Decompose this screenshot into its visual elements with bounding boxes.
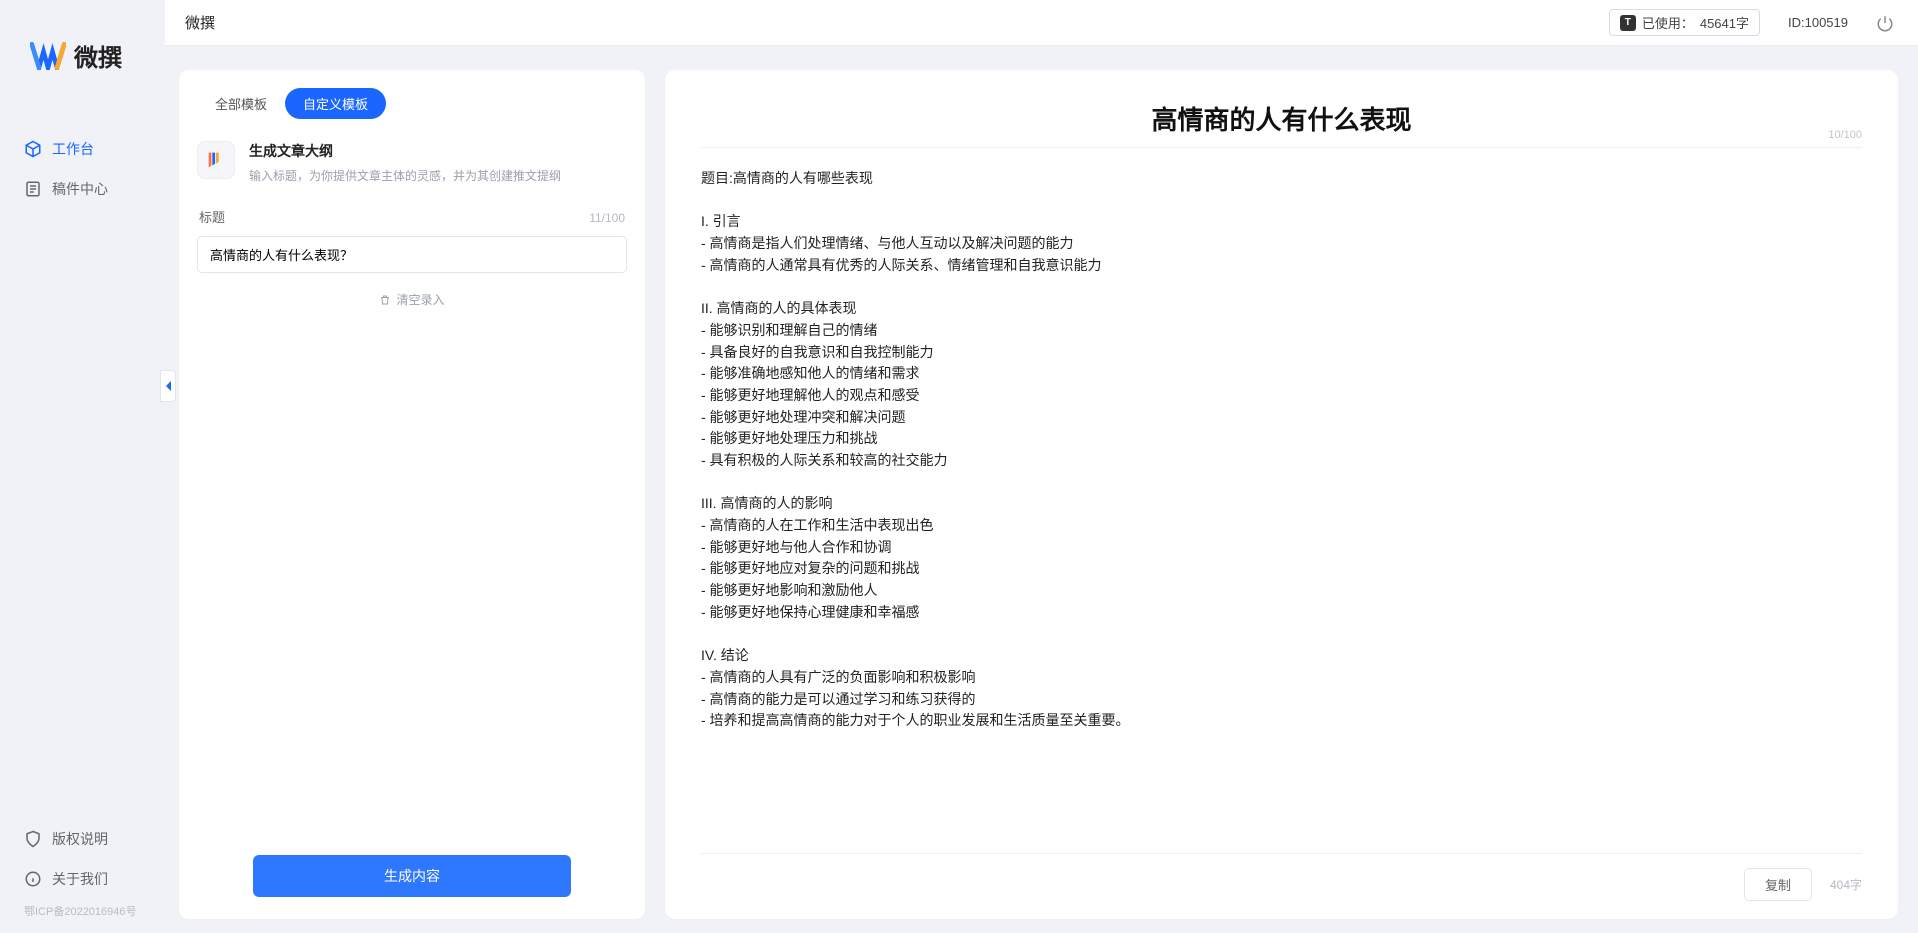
power-icon[interactable]	[1876, 14, 1894, 32]
preview-panel: 高情商的人有什么表现 10/100 题目:高情商的人有哪些表现 I. 引言 - …	[665, 70, 1898, 919]
preview-title: 高情商的人有什么表现	[1151, 100, 1411, 137]
sidebar-item-label: 版权说明	[52, 829, 108, 849]
sidebar-item-label: 稿件中心	[52, 179, 108, 199]
collapse-sidebar-button[interactable]	[160, 370, 176, 402]
usage-value: 45641字	[1700, 13, 1749, 32]
user-id: ID:100519	[1788, 15, 1848, 30]
trash-icon	[379, 294, 391, 306]
sidebar: 微撰 工作台 稿件中心 版权说明	[0, 0, 165, 933]
title-input[interactable]	[197, 236, 627, 273]
tab-all-templates[interactable]: 全部模板	[197, 88, 285, 119]
preview-body[interactable]: 题目:高情商的人有哪些表现 I. 引言 - 高情商是指人们处理情绪、与他人互动以…	[701, 148, 1862, 853]
chevron-left-icon	[163, 380, 173, 392]
sidebar-item-workspace[interactable]: 工作台	[0, 129, 165, 169]
clear-label: 清空录入	[396, 291, 444, 308]
icp-text: 鄂ICP备2022016946号	[0, 899, 165, 919]
document-icon	[24, 180, 42, 198]
preview-title-count: 10/100	[1828, 129, 1862, 141]
template-title: 生成文章大纲	[249, 141, 561, 161]
copy-button-label: 复制	[1765, 878, 1791, 893]
word-count: 404字	[1830, 876, 1862, 893]
sidebar-item-drafts[interactable]: 稿件中心	[0, 169, 165, 209]
field-label: 标题	[199, 207, 225, 226]
header: 微撰 T 已使用： 45641字 ID:100519	[165, 0, 1918, 46]
usage-badge[interactable]: T 已使用： 45641字	[1609, 9, 1760, 36]
page-title: 微撰	[185, 12, 215, 33]
generate-button[interactable]: 生成内容	[253, 855, 571, 897]
template-tabs: 全部模板 自定义模板	[179, 70, 645, 119]
logo-mark-icon	[30, 42, 66, 70]
tab-label: 全部模板	[215, 97, 267, 112]
usage-label: 已使用：	[1642, 13, 1694, 32]
logo: 微撰	[0, 0, 165, 93]
info-icon	[24, 870, 42, 888]
logo-text: 微撰	[74, 38, 122, 73]
tab-label: 自定义模板	[303, 97, 368, 112]
template-card: 生成文章大纲 输入标题，为你提供文章主体的灵感，并为其创建推文提纲	[179, 119, 645, 193]
copy-button[interactable]: 复制	[1744, 868, 1812, 901]
sidebar-item-about[interactable]: 关于我们	[0, 859, 165, 899]
template-panel: 全部模板 自定义模板 生成文章大纲 输入标题，为你提供文章主体的灵感，并为其创建…	[179, 70, 645, 919]
char-count: 11/100	[589, 211, 625, 225]
books-icon	[197, 141, 235, 179]
sidebar-item-copyright[interactable]: 版权说明	[0, 819, 165, 859]
template-desc: 输入标题，为你提供文章主体的灵感，并为其创建推文提纲	[249, 167, 561, 185]
sidebar-item-label: 关于我们	[52, 869, 108, 889]
sidebar-bottom: 版权说明 关于我们 鄂ICP备2022016946号	[0, 819, 165, 933]
main-nav: 工作台 稿件中心	[0, 93, 165, 819]
cube-icon	[24, 140, 42, 158]
clear-input-button[interactable]: 清空录入	[179, 273, 645, 326]
shield-icon	[24, 830, 42, 848]
text-icon: T	[1620, 15, 1636, 31]
title-field: 标题 11/100	[179, 193, 645, 273]
sidebar-item-label: 工作台	[52, 139, 94, 159]
tab-custom-templates[interactable]: 自定义模板	[285, 88, 386, 119]
generate-button-label: 生成内容	[384, 868, 440, 884]
